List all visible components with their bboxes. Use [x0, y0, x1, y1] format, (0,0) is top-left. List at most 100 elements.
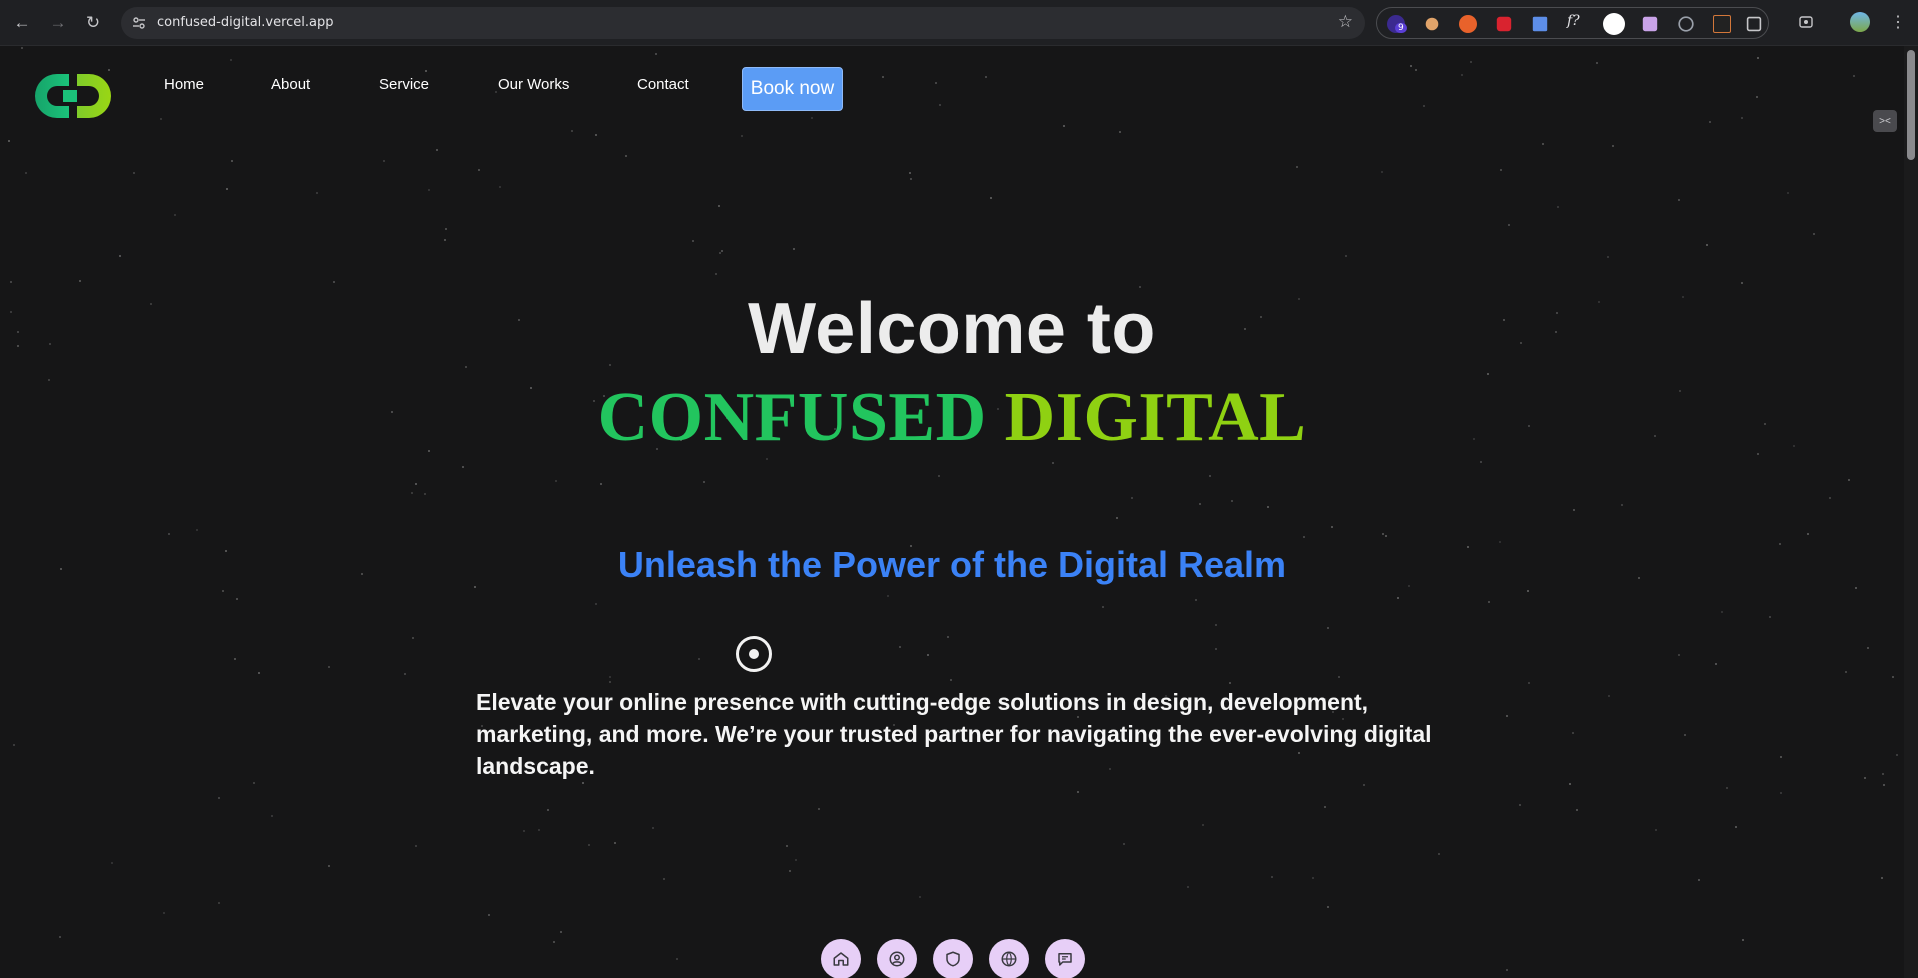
- star-dot: [1569, 783, 1571, 785]
- star-dot: [1488, 601, 1490, 603]
- star-dot: [168, 533, 170, 535]
- dock-works-button[interactable]: [989, 939, 1029, 978]
- star-dot: [1506, 969, 1508, 971]
- star-dot: [1345, 255, 1347, 257]
- collapse-widget-icon[interactable]: ><: [1873, 110, 1897, 132]
- extension-mail-icon[interactable]: [1642, 16, 1658, 32]
- nav-home[interactable]: Home: [164, 76, 204, 93]
- back-arrow-icon: ←: [13, 13, 31, 32]
- star-dot: [1327, 906, 1329, 908]
- bookmark-star-icon[interactable]: ☆: [1338, 12, 1353, 32]
- star-dot: [652, 827, 654, 829]
- star-dot: [218, 902, 220, 904]
- nav-service[interactable]: Service: [379, 76, 429, 93]
- browser-menu-icon[interactable]: ⋮: [1887, 11, 1909, 33]
- star-dot: [789, 870, 791, 872]
- screen-capture-icon[interactable]: [1795, 11, 1817, 33]
- star-dot: [1331, 526, 1333, 528]
- star-dot: [676, 958, 678, 960]
- star-dot: [1271, 876, 1273, 878]
- page-scrollbar[interactable]: [1904, 46, 1918, 978]
- star-dot: [404, 673, 406, 675]
- extension-white-circle-icon[interactable]: [1603, 13, 1625, 35]
- star-dot: [950, 679, 952, 681]
- extension-lh-icon[interactable]: [1713, 15, 1731, 33]
- extension-purple-icon[interactable]: 9: [1387, 15, 1407, 33]
- dock-service-button[interactable]: [933, 939, 973, 978]
- star-dot: [478, 169, 480, 171]
- star-dot: [1499, 541, 1501, 543]
- home-icon: [833, 952, 849, 966]
- star-dot: [927, 654, 929, 656]
- extension-orange-icon[interactable]: [1459, 15, 1477, 33]
- star-dot: [1303, 536, 1305, 538]
- star-dot: [1338, 676, 1340, 678]
- dock-home-button[interactable]: [821, 939, 861, 978]
- brand-logo[interactable]: [29, 68, 117, 124]
- star-dot: [899, 646, 901, 648]
- extension-doc-icon[interactable]: [1532, 16, 1548, 32]
- globe-icon: [1001, 951, 1017, 967]
- nav-about[interactable]: About: [271, 76, 310, 93]
- star-dot: [571, 130, 573, 132]
- extension-lock-icon[interactable]: [1496, 16, 1512, 32]
- extension-history-icon[interactable]: [1678, 16, 1694, 32]
- star-dot: [253, 782, 255, 784]
- star-dot: [990, 197, 992, 199]
- star-dot: [1215, 648, 1217, 650]
- dock-contact-button[interactable]: [1045, 939, 1085, 978]
- page-viewport: Home About Service Our Works Contact Boo…: [0, 46, 1904, 978]
- hero-brand-heading: CONFUSED DIGITAL: [0, 378, 1904, 458]
- star-dot: [383, 160, 385, 162]
- browser-toolbar: ← → ↻ confused-digital.vercel.app ☆ 9 f?…: [0, 0, 1918, 46]
- extension-egg-icon[interactable]: [1425, 17, 1439, 31]
- star-dot: [488, 914, 490, 916]
- star-dot: [582, 782, 584, 784]
- star-dot: [718, 205, 720, 207]
- star-dot: [1500, 169, 1502, 171]
- address-bar[interactable]: confused-digital.vercel.app ☆: [121, 7, 1365, 39]
- back-button[interactable]: ←: [10, 11, 34, 35]
- star-dot: [1769, 616, 1771, 618]
- forward-button[interactable]: →: [46, 11, 70, 35]
- shield-icon: [946, 951, 960, 967]
- book-now-button[interactable]: Book now: [742, 67, 843, 111]
- star-dot: [258, 672, 260, 674]
- star-dot: [1607, 256, 1609, 258]
- star-dot: [939, 104, 941, 106]
- brand-word-confused: CONFUSED: [597, 379, 987, 456]
- nav-our-works[interactable]: Our Works: [498, 76, 569, 93]
- scrollbar-thumb[interactable]: [1907, 50, 1915, 160]
- star-dot: [1063, 125, 1065, 127]
- star-dot: [1470, 61, 1472, 63]
- extension-font-icon[interactable]: f?: [1567, 13, 1585, 31]
- star-dot: [1881, 877, 1883, 879]
- star-dot: [811, 117, 813, 119]
- star-dot: [1267, 506, 1269, 508]
- star-dot: [1527, 590, 1529, 592]
- star-dot: [1363, 784, 1365, 786]
- star-dot: [13, 744, 15, 746]
- star-dot: [1845, 671, 1847, 673]
- hero-tagline: Unleash the Power of the Digital Realm: [617, 544, 1287, 585]
- star-dot: [692, 240, 694, 242]
- brand-word-digital: DIGITAL: [1004, 379, 1307, 456]
- star-dot: [8, 140, 10, 142]
- star-dot: [1397, 597, 1399, 599]
- star-dot: [1187, 886, 1189, 888]
- star-dot: [1487, 373, 1489, 375]
- star-dot: [1576, 809, 1578, 811]
- profile-avatar[interactable]: [1849, 11, 1871, 33]
- site-settings-icon[interactable]: [129, 13, 149, 33]
- star-dot: [1892, 676, 1894, 678]
- star-dot: [741, 135, 743, 137]
- star-dot: [721, 250, 723, 252]
- star-dot: [553, 941, 555, 943]
- extensions-bar: 9 f?: [1376, 7, 1769, 39]
- nav-contact[interactable]: Contact: [637, 76, 689, 93]
- star-dot: [547, 809, 549, 811]
- reload-button[interactable]: ↻: [81, 11, 105, 35]
- dock-about-button[interactable]: [877, 939, 917, 978]
- extensions-puzzle-icon[interactable]: [1746, 16, 1762, 32]
- star-dot: [462, 466, 464, 468]
